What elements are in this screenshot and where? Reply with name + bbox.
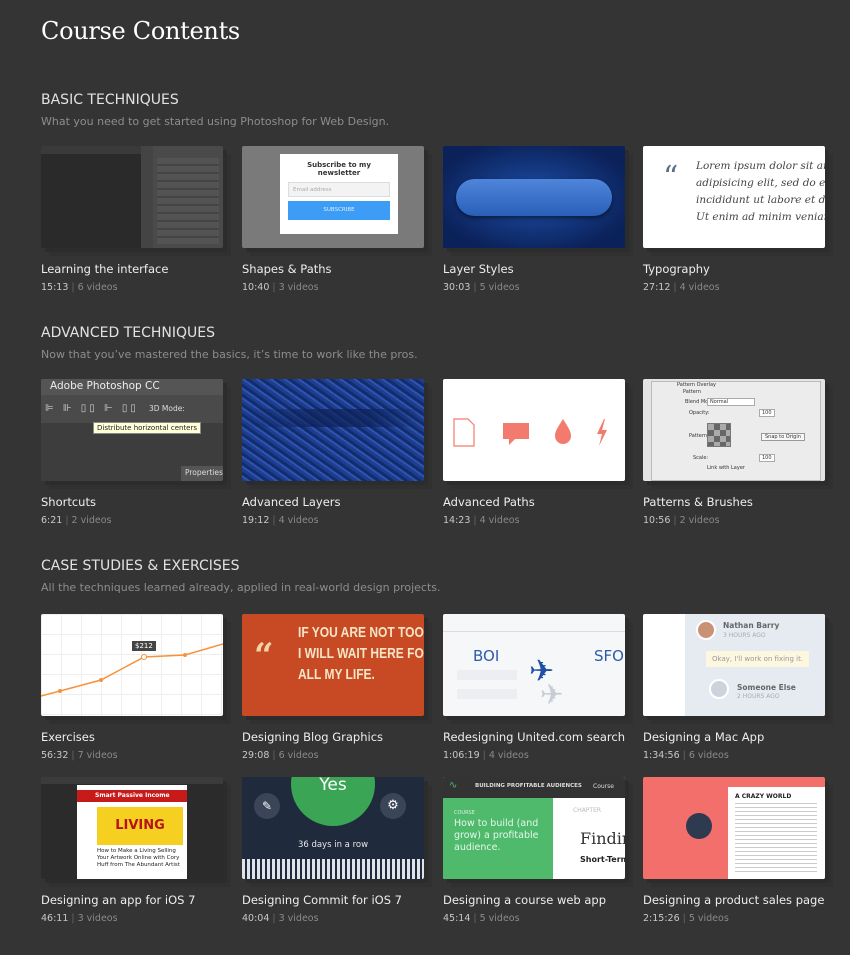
- course-card-layer-styles[interactable]: Layer Styles 30:03 | 5 videos: [443, 146, 633, 296]
- course-card-product-sales-page[interactable]: A CRAZY WORLD Designing a product sales …: [643, 777, 833, 927]
- pencil-icon: ✎: [254, 793, 280, 819]
- chapter-subheading: Short-Term Cas: [580, 855, 625, 864]
- course-meta: 1:34:56 | 6 videos: [643, 750, 729, 761]
- page-title: Course Contents: [41, 17, 240, 45]
- course-card-exercises[interactable]: $212 Exercises 56:32 | 7 videos: [41, 614, 231, 764]
- course-title[interactable]: Designing a Mac App: [643, 730, 764, 744]
- avatar: [709, 679, 729, 699]
- course-card-united-search[interactable]: BOI SFO ✈ ✈ Redesigning United.com searc…: [443, 614, 633, 764]
- course-title[interactable]: Advanced Layers: [242, 495, 341, 509]
- course-title[interactable]: Designing a product sales page: [643, 893, 824, 907]
- course-meta: 19:12 | 4 videos: [242, 515, 319, 526]
- course-card-shortcuts[interactable]: Adobe Photoshop CC ⊫ ⊪ ▯▯ ⊩ ▯▯ 3D Mode: …: [41, 379, 231, 529]
- airplane-outline-icon: ✈: [540, 678, 564, 711]
- drop-icon: [555, 419, 571, 444]
- document-icon: [453, 418, 475, 447]
- course-title[interactable]: Designing an app for iOS 7: [41, 893, 195, 907]
- course-title[interactable]: Designing Blog Graphics: [242, 730, 383, 744]
- course-thumbnail[interactable]: [242, 379, 424, 481]
- course-thumbnail[interactable]: “ Lorem ipsum dolor sit am adipisicing el…: [643, 146, 825, 248]
- course-meta: 1:06:19 | 4 videos: [443, 750, 529, 761]
- course-title[interactable]: Learning the interface: [41, 262, 168, 276]
- course-card-blog-graphics[interactable]: “ IF YOU ARE NOT TOO LOI WILL WAIT HERE …: [242, 614, 432, 764]
- course-thumbnail[interactable]: [443, 379, 625, 481]
- course-meta: 29:08 | 6 videos: [242, 750, 319, 761]
- course-thumbnail[interactable]: Smart Passive Income LIVING How to Make …: [41, 777, 223, 879]
- course-thumbnail[interactable]: A CRAZY WORLD: [643, 777, 825, 879]
- course-thumbnail[interactable]: $212: [41, 614, 223, 716]
- course-thumbnail[interactable]: BOI SFO ✈ ✈: [443, 614, 625, 716]
- chart-tooltip: $212: [132, 641, 156, 651]
- section-subtitle: All the techniques learned already, appl…: [41, 581, 441, 594]
- course-meta: 27:12 | 4 videos: [643, 282, 720, 293]
- course-card-patterns-brushes[interactable]: Pattern Overlay Pattern Blend Mode: Norm…: [643, 379, 833, 529]
- avatar: [696, 620, 716, 640]
- course-title[interactable]: Redesigning United.com search: [443, 730, 625, 744]
- course-meta: 6:21 | 2 videos: [41, 515, 112, 526]
- section-heading: ADVANCED TECHNIQUES: [41, 325, 215, 341]
- section-subtitle: Now that you’ve mastered the basics, it’…: [41, 348, 418, 361]
- course-thumbnail[interactable]: Subscribe to my newsletter Email address…: [242, 146, 424, 248]
- course-thumbnail[interactable]: ∿ BUILDING PROFITABLE AUDIENCES Course C…: [443, 777, 625, 879]
- course-thumbnail[interactable]: Pattern Overlay Pattern Blend Mode: Norm…: [643, 379, 825, 481]
- course-card-commit-ios7[interactable]: Yes ✎ ⚙ 36 days in a row Designing Commi…: [242, 777, 432, 927]
- course-title[interactable]: Designing Commit for iOS 7: [242, 893, 402, 907]
- course-thumbnail[interactable]: “ IF YOU ARE NOT TOO LOI WILL WAIT HERE …: [242, 614, 424, 716]
- tooltip: Distribute horizontal centers: [93, 422, 202, 434]
- path-icons: [453, 418, 607, 447]
- course-card-shapes-paths[interactable]: Subscribe to my newsletter Email address…: [242, 146, 432, 296]
- course-thumbnail[interactable]: [41, 146, 223, 248]
- course-card-course-web-app[interactable]: ∿ BUILDING PROFITABLE AUDIENCES Course C…: [443, 777, 633, 927]
- speech-bubble-icon: [503, 423, 529, 445]
- course-thumbnail[interactable]: Nathan Barry 3 HOURS AGO Okay, I'll work…: [643, 614, 825, 716]
- course-card-ios7-app[interactable]: Smart Passive Income LIVING How to Make …: [41, 777, 231, 927]
- section-heading: BASIC TECHNIQUES: [41, 92, 179, 108]
- course-meta: 30:03 | 5 videos: [443, 282, 520, 293]
- course-card-advanced-paths[interactable]: Advanced Paths 14:23 | 4 videos: [443, 379, 633, 529]
- course-thumbnail[interactable]: [443, 146, 625, 248]
- course-thumbnail[interactable]: Yes ✎ ⚙ 36 days in a row: [242, 777, 424, 879]
- course-title[interactable]: Typography: [643, 262, 710, 276]
- section-subtitle: What you need to get started using Photo…: [41, 115, 390, 128]
- course-title[interactable]: Layer Styles: [443, 262, 514, 276]
- course-meta: 56:32 | 7 videos: [41, 750, 118, 761]
- course-meta: 14:23 | 4 videos: [443, 515, 520, 526]
- course-thumbnail[interactable]: Adobe Photoshop CC ⊫ ⊪ ▯▯ ⊩ ▯▯ 3D Mode: …: [41, 379, 223, 481]
- course-meta: 46:11 | 3 videos: [41, 913, 118, 924]
- course-meta: 10:40 | 3 videos: [242, 282, 319, 293]
- course-card-typography[interactable]: “ Lorem ipsum dolor sit am adipisicing el…: [643, 146, 833, 296]
- course-title[interactable]: Designing a course web app: [443, 893, 606, 907]
- course-card-learning-interface[interactable]: Learning the interface 15:13 | 6 videos: [41, 146, 231, 296]
- globe-icon: [686, 813, 712, 839]
- course-title[interactable]: Shortcuts: [41, 495, 96, 509]
- course-meta: 15:13 | 6 videos: [41, 282, 118, 293]
- course-card-mac-app[interactable]: Nathan Barry 3 HOURS AGO Okay, I'll work…: [643, 614, 833, 764]
- gear-icon: ⚙: [380, 793, 406, 819]
- course-meta: 40:04 | 3 videos: [242, 913, 319, 924]
- course-title[interactable]: Advanced Paths: [443, 495, 535, 509]
- course-title[interactable]: Patterns & Brushes: [643, 495, 753, 509]
- course-meta: 45:14 | 5 videos: [443, 913, 520, 924]
- course-title[interactable]: Shapes & Paths: [242, 262, 332, 276]
- course-meta: 2:15:26 | 5 videos: [643, 913, 729, 924]
- lightning-icon: [597, 419, 607, 446]
- course-card-advanced-layers[interactable]: Advanced Layers 19:12 | 4 videos: [242, 379, 432, 529]
- course-meta: 10:56 | 2 videos: [643, 515, 720, 526]
- course-title[interactable]: Exercises: [41, 730, 95, 744]
- line-chart: [41, 643, 223, 697]
- section-heading: CASE STUDIES & EXERCISES: [41, 558, 240, 574]
